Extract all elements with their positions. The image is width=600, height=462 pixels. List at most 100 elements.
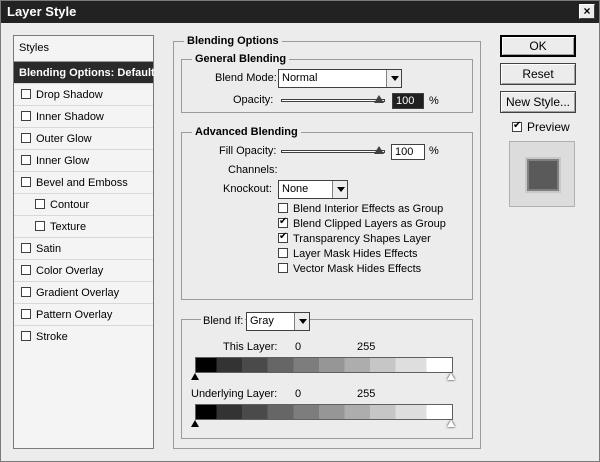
- title-bar: Layer Style ×: [1, 1, 599, 23]
- vector-mask-hides-checkbox[interactable]: [278, 263, 288, 273]
- blend-clipped-layers-checkbox[interactable]: [278, 216, 288, 228]
- this-layer-min: 0: [295, 341, 302, 353]
- general-blending-title: General Blending: [192, 53, 290, 65]
- layer-mask-hides-option[interactable]: Layer Mask Hides Effects: [278, 248, 418, 260]
- layer-mask-hides-checkbox[interactable]: [278, 248, 288, 258]
- new-style-button[interactable]: New Style...: [500, 91, 576, 113]
- blend-mode-select[interactable]: Normal: [278, 69, 402, 88]
- styles-item-drop-shadow[interactable]: Drop Shadow: [14, 84, 153, 106]
- underlying-layer-max: 255: [357, 388, 376, 400]
- styles-item-outer-glow[interactable]: Outer Glow: [14, 128, 153, 150]
- underlying-layer-label: Underlying Layer:: [191, 388, 278, 400]
- option-label: Blend Interior Effects as Group: [293, 203, 444, 215]
- styles-item-label: Drop Shadow: [36, 89, 103, 101]
- opacity-input[interactable]: 100: [392, 93, 424, 109]
- blend-interior-effects-option[interactable]: Blend Interior Effects as Group: [278, 203, 443, 215]
- option-label: Vector Mask Hides Effects: [293, 263, 422, 275]
- chevron-down-icon: [386, 70, 401, 87]
- styles-item-label: Texture: [50, 221, 87, 233]
- ok-button[interactable]: OK: [500, 35, 576, 57]
- styles-item-label: Stroke: [36, 331, 68, 343]
- this-layer-white-slider[interactable]: [447, 373, 455, 380]
- stroke-checkbox[interactable]: [21, 331, 31, 341]
- styles-item-bevel-emboss[interactable]: Bevel and Emboss: [14, 172, 153, 194]
- this-layer-max: 255: [357, 341, 376, 353]
- blend-if-label: Blend If:: [201, 315, 246, 327]
- underlying-layer-black-slider[interactable]: [191, 420, 199, 427]
- advanced-blending-title: Advanced Blending: [192, 126, 301, 138]
- opacity-label: Opacity:: [233, 94, 274, 106]
- fill-opacity-slider[interactable]: [281, 150, 385, 153]
- color-overlay-checkbox[interactable]: [21, 265, 31, 275]
- gradient-overlay-checkbox[interactable]: [21, 287, 31, 297]
- window-title: Layer Style: [7, 4, 77, 19]
- blend-mode-label: Blend Mode:: [215, 72, 277, 84]
- underlying-layer-white-slider[interactable]: [447, 420, 455, 427]
- preview-swatch: [527, 159, 559, 191]
- styles-item-inner-glow[interactable]: Inner Glow: [14, 150, 153, 172]
- inner-shadow-checkbox[interactable]: [21, 111, 31, 121]
- this-layer-black-slider[interactable]: [191, 373, 199, 380]
- transparency-shapes-option[interactable]: Transparency Shapes Layer: [278, 231, 431, 245]
- preview-option[interactable]: Preview: [512, 120, 570, 134]
- blending-options-title: Blending Options: [184, 35, 282, 47]
- transparency-shapes-checkbox[interactable]: [278, 231, 288, 243]
- fill-opacity-slider-thumb[interactable]: [374, 146, 384, 154]
- styles-item-stroke[interactable]: Stroke: [14, 326, 153, 348]
- styles-item-label: Inner Glow: [36, 155, 90, 167]
- styles-item-color-overlay[interactable]: Color Overlay: [14, 260, 153, 282]
- preview-checkbox[interactable]: [512, 120, 522, 132]
- styles-header[interactable]: Styles: [14, 36, 153, 62]
- styles-item-gradient-overlay[interactable]: Gradient Overlay: [14, 282, 153, 304]
- opacity-slider[interactable]: [281, 99, 385, 102]
- styles-item-label: Inner Shadow: [36, 111, 104, 123]
- blend-mode-value: Normal: [282, 72, 318, 84]
- styles-item-satin[interactable]: Satin: [14, 238, 153, 260]
- option-label: Blend Clipped Layers as Group: [293, 218, 446, 230]
- styles-item-label: Contour: [50, 199, 90, 211]
- pattern-overlay-checkbox[interactable]: [21, 309, 31, 319]
- this-layer-gradient[interactable]: [195, 357, 453, 373]
- knockout-select[interactable]: None: [278, 180, 348, 199]
- channels-label: Channels:: [228, 164, 278, 176]
- styles-item-label: Pattern Overlay: [36, 309, 113, 321]
- fill-opacity-input[interactable]: 100: [391, 144, 425, 160]
- styles-item-label: Satin: [36, 243, 62, 255]
- opacity-unit: %: [429, 95, 439, 107]
- blend-interior-effects-checkbox[interactable]: [278, 203, 288, 213]
- styles-item-label: Color Overlay: [36, 265, 104, 277]
- option-label: Layer Mask Hides Effects: [293, 248, 418, 260]
- inner-glow-checkbox[interactable]: [21, 155, 31, 165]
- underlying-layer-min: 0: [295, 388, 302, 400]
- opacity-slider-thumb[interactable]: [374, 95, 384, 103]
- drop-shadow-checkbox[interactable]: [21, 89, 31, 99]
- fill-opacity-unit: %: [429, 145, 439, 157]
- outer-glow-checkbox[interactable]: [21, 133, 31, 143]
- knockout-label: Knockout:: [223, 183, 272, 195]
- styles-item-label: Gradient Overlay: [36, 287, 120, 299]
- knockout-value: None: [282, 183, 309, 195]
- styles-item-inner-shadow[interactable]: Inner Shadow: [14, 106, 153, 128]
- fill-opacity-label: Fill Opacity:: [219, 145, 277, 157]
- styles-item-texture[interactable]: Texture: [14, 216, 153, 238]
- styles-item-label: Outer Glow: [36, 133, 92, 145]
- close-icon[interactable]: ×: [579, 4, 595, 19]
- reset-button[interactable]: Reset: [500, 63, 576, 85]
- styles-item-blending-options[interactable]: Blending Options: Default: [14, 62, 155, 84]
- chevron-down-icon: [332, 181, 347, 198]
- bevel-emboss-checkbox[interactable]: [21, 177, 31, 187]
- contour-checkbox[interactable]: [35, 199, 45, 209]
- underlying-layer-gradient[interactable]: [195, 404, 453, 420]
- layer-style-dialog: Layer Style × Styles Blending Options: D…: [0, 0, 600, 462]
- vector-mask-hides-option[interactable]: Vector Mask Hides Effects: [278, 263, 421, 275]
- satin-checkbox[interactable]: [21, 243, 31, 253]
- blend-if-select[interactable]: Gray: [246, 312, 310, 331]
- blend-if-group: [181, 319, 473, 439]
- styles-item-pattern-overlay[interactable]: Pattern Overlay: [14, 304, 153, 326]
- blend-clipped-layers-option[interactable]: Blend Clipped Layers as Group: [278, 216, 446, 230]
- option-label: Transparency Shapes Layer: [293, 233, 431, 245]
- chevron-down-icon: [294, 313, 309, 330]
- blend-if-value: Gray: [250, 315, 274, 327]
- styles-item-contour[interactable]: Contour: [14, 194, 153, 216]
- texture-checkbox[interactable]: [35, 221, 45, 231]
